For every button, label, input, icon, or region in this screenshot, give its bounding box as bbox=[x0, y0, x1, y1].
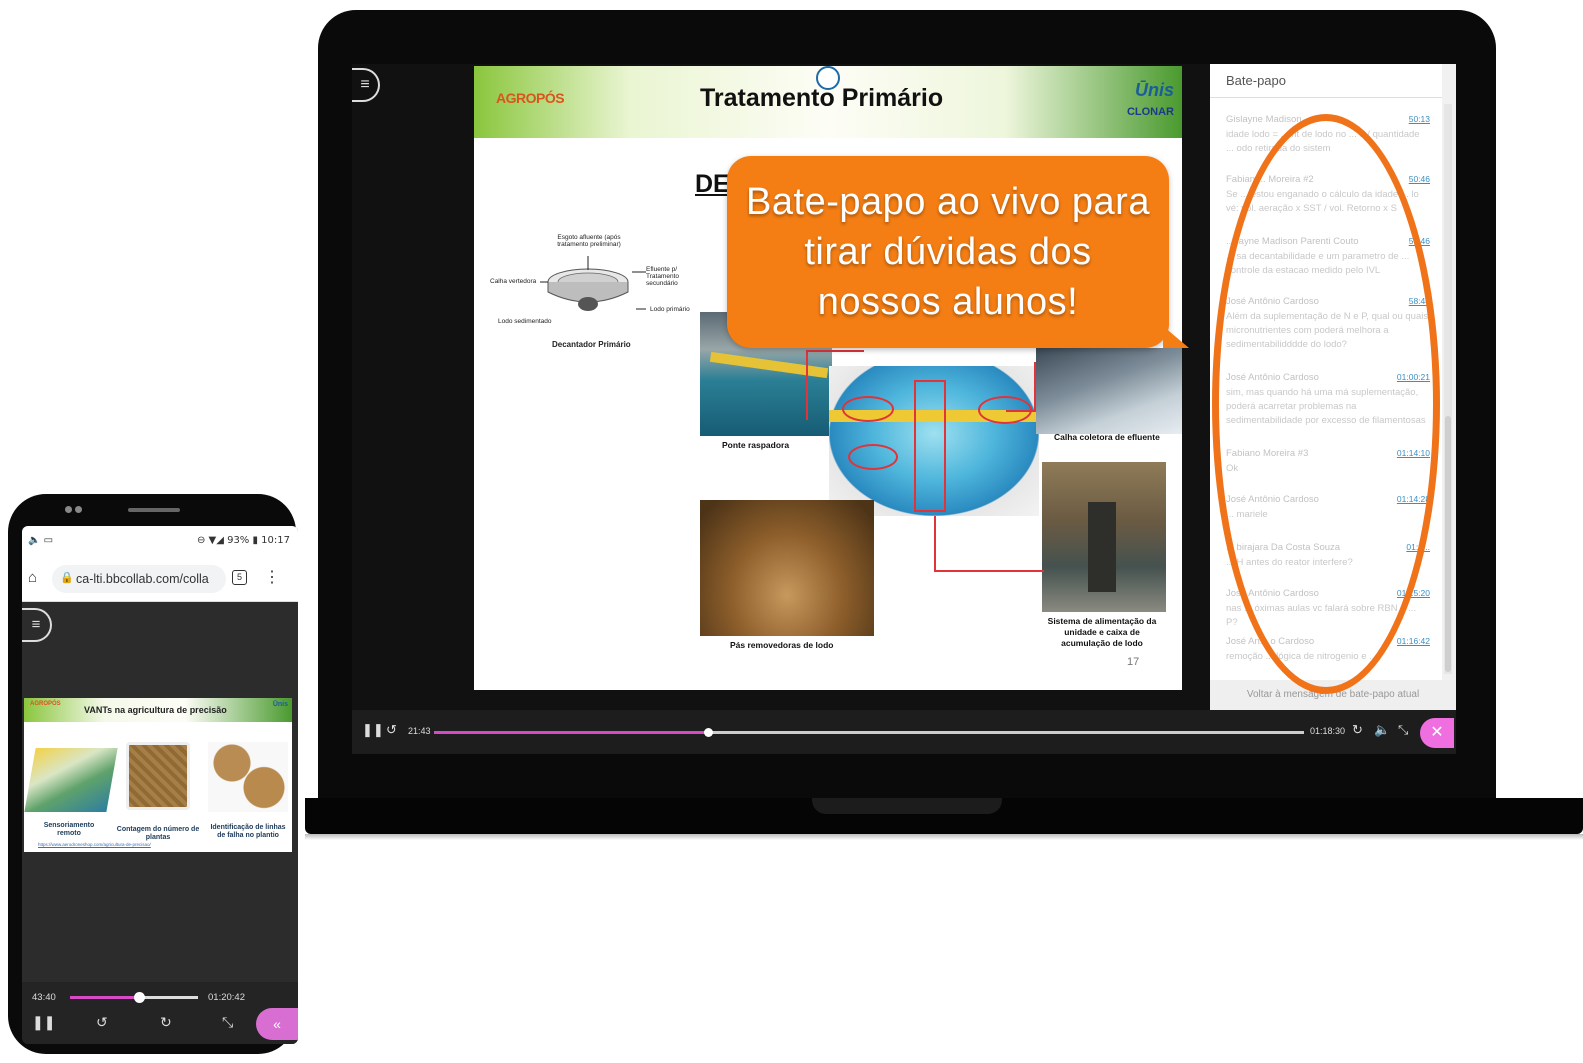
close-chat-icon[interactable]: ✕ bbox=[1420, 718, 1454, 748]
laptop-notch bbox=[812, 798, 1002, 814]
highlight-ellipse bbox=[978, 396, 1032, 424]
slide-heading: DE bbox=[695, 170, 730, 198]
caption-contagem: Contagem do número de plantas bbox=[116, 826, 200, 841]
pause-icon[interactable]: ❚❚ bbox=[32, 1014, 55, 1031]
unis-logo: Ūnis bbox=[1134, 80, 1174, 100]
status-left-icons: 🔈 ▭ bbox=[28, 535, 54, 546]
agropos-logo: AGROPÓS bbox=[496, 90, 565, 106]
laptop-screen: ≡ AGROPÓS Tratamento Primário Ūnis CLONA… bbox=[352, 64, 1456, 754]
caption-pas: Pás removedoras de lodo bbox=[730, 640, 834, 650]
progress-fill bbox=[434, 731, 709, 734]
diagram-label-top: Esgoto afluente (após tratamento prelimi… bbox=[557, 234, 621, 248]
photo-calha-coletora bbox=[1036, 348, 1182, 434]
plant-count-image bbox=[126, 742, 190, 810]
tab-count-button[interactable]: 5 bbox=[232, 570, 247, 585]
chat-header: Bate-papo bbox=[1210, 64, 1442, 98]
laptop-player-bar: ❚❚ ↺ 21:43 01:18:30 ↻ 🔈 ⤡ ✕ bbox=[352, 710, 1456, 754]
unis-logo: Ūnis bbox=[272, 701, 288, 708]
status-right-icons: ⊖ ▼◢ 93% ▮ 10:17 bbox=[196, 535, 290, 546]
fullscreen-icon[interactable]: ⤡ bbox=[222, 1014, 233, 1031]
source-link[interactable]: https://www.aerodroneshop.com/agricultur… bbox=[38, 842, 151, 847]
volume-icon[interactable]: 🔈 bbox=[1374, 722, 1390, 738]
diagram-label-right-top: Efluente p/ Tratamento secundário bbox=[646, 266, 679, 287]
rewind-icon[interactable]: ↺ bbox=[386, 722, 397, 738]
total-time: 01:18:30 bbox=[1310, 726, 1346, 736]
message-timestamp-link[interactable]: 50:46 bbox=[1409, 174, 1430, 184]
chat-scrollbar[interactable] bbox=[1444, 104, 1452, 674]
chat-title: Bate-papo bbox=[1226, 73, 1286, 88]
caption-sistema: Sistema de alimentação da unidade e caix… bbox=[1047, 616, 1157, 648]
url-text: ca-lti.bbcollab.com/colla bbox=[76, 572, 209, 586]
diagram-label-right-bottom: Lodo primário bbox=[650, 306, 690, 313]
url-bar[interactable]: 🔒 ca-lti.bbcollab.com/colla bbox=[52, 565, 226, 593]
remote-sensing-image bbox=[24, 748, 118, 812]
diagram-label-left: Calha vertedora bbox=[490, 278, 537, 285]
clonar-logo: CLONAR bbox=[1126, 106, 1174, 118]
caption-calha: Calha coletora de efluente bbox=[1054, 432, 1160, 442]
speaker-grille bbox=[128, 508, 180, 512]
status-bar: 🔈 ▭ ⊖ ▼◢ 93% ▮ 10:17 bbox=[22, 526, 298, 556]
caption-ponte: Ponte raspadora bbox=[722, 440, 790, 450]
failure-lines-image bbox=[208, 742, 288, 812]
progress-slider[interactable] bbox=[70, 992, 198, 1003]
pause-icon[interactable]: ❚❚ bbox=[362, 722, 384, 738]
forward-icon[interactable]: ↻ bbox=[160, 1014, 172, 1031]
highlight-oval bbox=[1212, 114, 1440, 694]
message-timestamp-link[interactable]: 01:16:42 bbox=[1397, 636, 1430, 646]
laptop-shadow bbox=[305, 834, 1583, 840]
diagram-caption: Decantador Primário bbox=[552, 340, 631, 349]
caption-sensoriamento: Sensoriamento remoto bbox=[43, 822, 95, 837]
lock-icon: 🔒 bbox=[60, 572, 74, 584]
diagram-label-bottom-left: Lodo sedimentado bbox=[498, 318, 552, 325]
more-menu-icon[interactable]: ⋮ bbox=[264, 567, 280, 587]
expand-chat-icon[interactable]: « bbox=[256, 1008, 298, 1040]
menu-icon[interactable]: ≡ bbox=[352, 68, 380, 102]
callout-tail bbox=[1163, 326, 1189, 348]
caption-identificacao: Identificação de linhas de falha no plan… bbox=[210, 824, 286, 839]
highlight-box bbox=[914, 380, 946, 512]
phone-slide-header: AGROPÓS VANTs na agricultura de precisão… bbox=[24, 698, 292, 722]
photo-sistema-alimentacao bbox=[1042, 462, 1166, 612]
elapsed-time: 21:43 bbox=[408, 726, 431, 736]
page-number: 17 bbox=[1127, 656, 1140, 668]
promo-composite: ≡ AGROPÓS Tratamento Primário Ūnis CLONA… bbox=[0, 0, 1583, 1063]
phone-player-bar: 43:40 01:20:42 ❚❚ ↺ ↻ ⤡ « bbox=[22, 982, 298, 1044]
message-timestamp-link[interactable]: 50:13 bbox=[1409, 114, 1430, 124]
total-time: 01:20:42 bbox=[208, 992, 245, 1003]
progress-knob[interactable] bbox=[703, 728, 713, 737]
home-icon[interactable]: ⌂ bbox=[28, 569, 37, 586]
phone-screen: 🔈 ▭ ⊖ ▼◢ 93% ▮ 10:17 ⌂ 🔒 ca-lti.bbcollab… bbox=[22, 526, 298, 1044]
forward-icon[interactable]: ↻ bbox=[1352, 722, 1363, 738]
photo-pas-removedoras bbox=[700, 500, 874, 636]
rewind-icon[interactable]: ↺ bbox=[96, 1014, 108, 1031]
camera-icon bbox=[65, 506, 72, 513]
highlight-ellipse bbox=[848, 444, 898, 470]
agropos-logo: AGROPÓS bbox=[30, 701, 61, 707]
progress-slider[interactable] bbox=[434, 728, 1304, 737]
progress-knob[interactable] bbox=[134, 992, 146, 1003]
pointer-cursor-icon bbox=[816, 66, 840, 90]
camera-icon bbox=[75, 506, 82, 513]
phone-frame: 🔈 ▭ ⊖ ▼◢ 93% ▮ 10:17 ⌂ 🔒 ca-lti.bbcollab… bbox=[8, 494, 298, 1054]
callout-text: Bate-papo ao vivo para tirar dúvidas dos… bbox=[746, 181, 1150, 323]
decanter-diagram: Esgoto afluente (após tratamento prelimi… bbox=[486, 234, 698, 352]
elapsed-time: 43:40 bbox=[32, 992, 56, 1003]
promo-callout: Bate-papo ao vivo para tirar dúvidas dos… bbox=[727, 156, 1189, 348]
phone-slide-title: VANTs na agricultura de precisão bbox=[84, 705, 227, 715]
menu-icon[interactable]: ≡ bbox=[22, 608, 52, 642]
phone-slide: AGROPÓS VANTs na agricultura de precisão… bbox=[24, 698, 292, 852]
fullscreen-icon[interactable]: ⤡ bbox=[1398, 722, 1408, 738]
scrollbar-thumb[interactable] bbox=[1445, 416, 1451, 672]
highlight-ellipse bbox=[842, 396, 894, 422]
connector-line bbox=[934, 516, 1044, 572]
progress-fill bbox=[70, 996, 140, 999]
browser-toolbar: ⌂ 🔒 ca-lti.bbcollab.com/colla 5 ⋮ bbox=[22, 556, 298, 602]
